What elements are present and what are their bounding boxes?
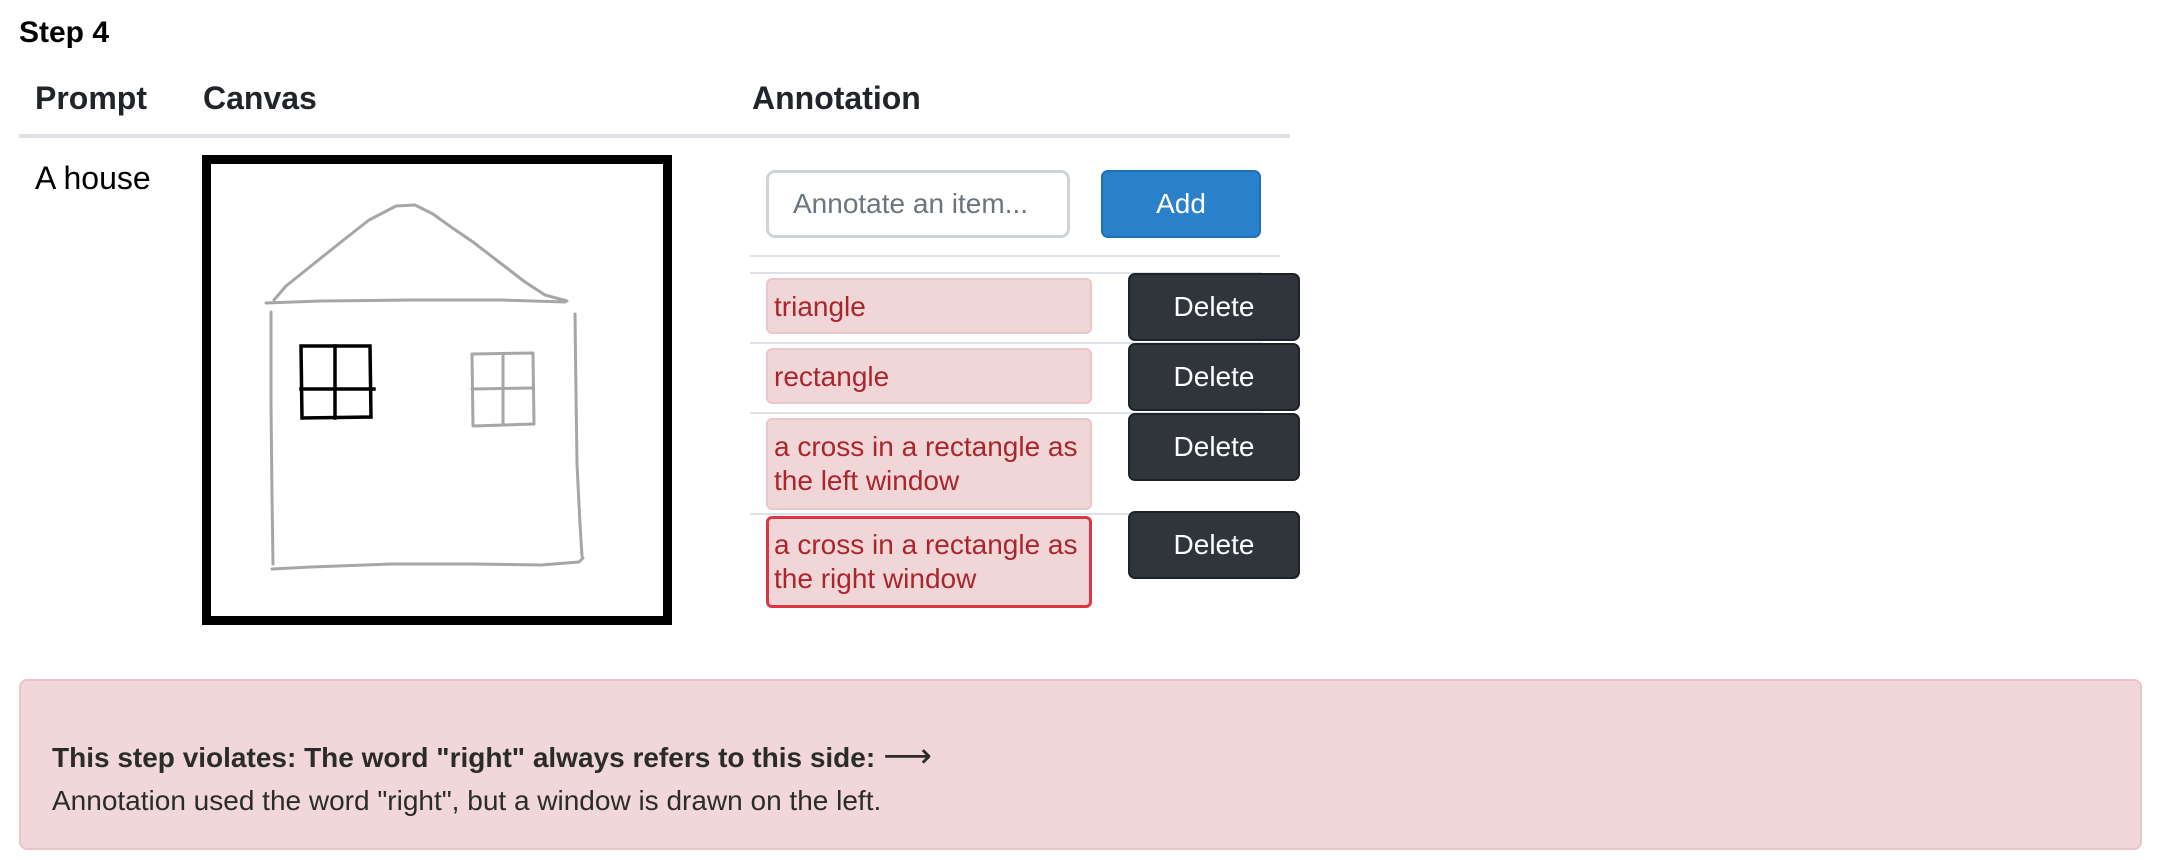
add-button[interactable]: Add — [1101, 170, 1261, 238]
annotation-label: rectangle — [766, 348, 1092, 404]
alert-title: This step violates: The word "right" alw… — [52, 736, 932, 778]
annotation-column-header: Annotation — [752, 80, 921, 116]
canvas-column-header: Canvas — [203, 80, 317, 116]
right-arrow-icon: ⟶ — [883, 737, 932, 775]
prompt-column-header: Prompt — [35, 80, 147, 116]
prompt-text: A house — [35, 160, 151, 196]
step-title: Step 4 — [19, 16, 110, 49]
house-sketch — [264, 203, 585, 571]
roof-stroke — [272, 203, 569, 303]
annotation-label: a cross in a rectangle as the right wind… — [766, 516, 1092, 608]
annotation-separator — [750, 255, 1280, 257]
wall-right-stroke — [573, 312, 584, 558]
alert-title-text: This step violates: The word "right" alw… — [52, 742, 876, 773]
violation-alert: This step violates: The word "right" alw… — [19, 679, 2142, 850]
annotate-input[interactable] — [766, 170, 1070, 238]
annotation-label: triangle — [766, 278, 1092, 334]
window-right-horizontal-stroke — [470, 386, 535, 391]
alert-message: Annotation used the word "right", but a … — [52, 785, 882, 816]
roof-base-stroke — [264, 298, 567, 305]
delete-button[interactable]: Delete — [1128, 273, 1300, 341]
wall-left-stroke — [269, 310, 275, 566]
delete-button[interactable]: Delete — [1128, 343, 1300, 411]
table-header: Prompt Canvas Annotation — [19, 74, 1290, 138]
drawing-canvas[interactable] — [202, 155, 672, 625]
floor-stroke — [270, 556, 585, 571]
annotation-label: a cross in a rectangle as the left windo… — [766, 418, 1092, 510]
delete-button[interactable]: Delete — [1128, 511, 1300, 579]
delete-button[interactable]: Delete — [1128, 413, 1300, 481]
